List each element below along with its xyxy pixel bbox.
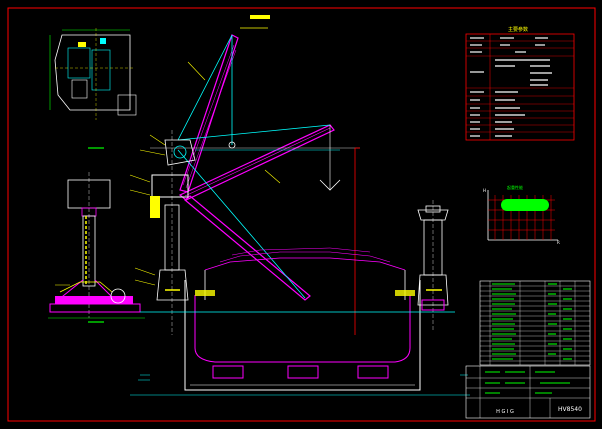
title-block: H G I G HV8540 bbox=[465, 365, 591, 419]
side-elevation bbox=[48, 172, 145, 323]
title-block-code: HV8540 bbox=[558, 406, 582, 413]
chart-heading: 起重性能 bbox=[507, 184, 523, 190]
cad-drawing-canvas[interactable]: 主要参数 起重性能 H R H G I G HV8540 bbox=[0, 0, 602, 429]
load-chart: 起重性能 H R bbox=[483, 184, 560, 245]
chart-y-label: H bbox=[483, 188, 486, 193]
title-block-company: H G I G bbox=[496, 409, 514, 415]
spec-table-heading: 主要参数 bbox=[508, 26, 528, 33]
chart-x-label: R bbox=[557, 240, 560, 245]
right-tower bbox=[417, 200, 449, 330]
spec-table: 主要参数 bbox=[465, 26, 575, 141]
parts-list bbox=[479, 280, 591, 366]
main-crane bbox=[150, 15, 360, 335]
plan-view bbox=[49, 28, 137, 149]
